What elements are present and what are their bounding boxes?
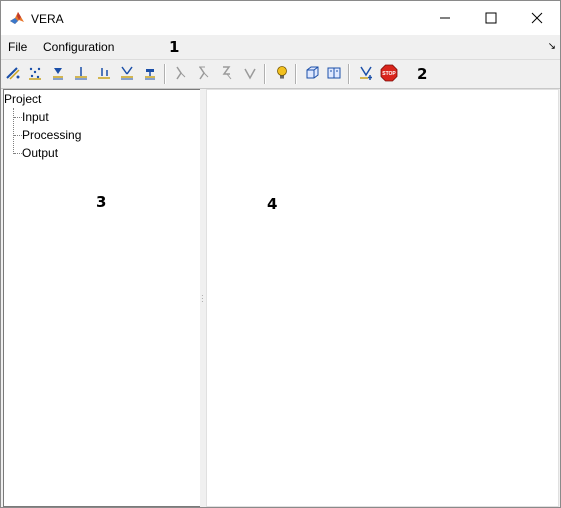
splitter-grip-icon: · · · <box>201 291 204 306</box>
tree-item-processing[interactable]: Processing <box>22 128 81 142</box>
scatter-points-button[interactable] <box>25 63 45 83</box>
baseline-marker-button[interactable] <box>71 63 91 83</box>
minimize-icon <box>440 17 450 19</box>
panel-view-button[interactable] <box>324 63 344 83</box>
menu-overflow-arrow[interactable]: ↘ <box>548 41 556 52</box>
tree-connector <box>14 153 22 154</box>
probe-2-button[interactable] <box>193 63 213 83</box>
toolbar: STOP <box>1 59 560 89</box>
panel-splitter[interactable]: · · · <box>200 89 205 507</box>
probe-3-icon <box>222 66 232 80</box>
lightbulb-button[interactable] <box>272 63 292 83</box>
stop-label: STOP <box>382 71 396 77</box>
scatter-points-icon <box>29 67 41 80</box>
baseline-marker-icon <box>75 67 87 80</box>
main-window: VERA File Configuration ↘ 1 STOP 2 Proje… <box>0 0 561 508</box>
tree-connector <box>14 117 22 118</box>
tool-marker-button[interactable] <box>140 63 160 83</box>
vertical-marker-icon <box>98 68 110 79</box>
maximize-button[interactable] <box>468 1 514 35</box>
tree-connector <box>14 135 22 136</box>
tool-marker-icon <box>145 69 155 80</box>
window-title: VERA <box>31 12 64 26</box>
title-bar: VERA <box>1 1 560 35</box>
stop-icon: STOP <box>380 64 398 82</box>
toolbar-separator <box>164 64 166 84</box>
project-tree-panel: Project Input Processing Output <box>3 89 201 507</box>
menu-file[interactable]: File <box>8 40 27 54</box>
vertical-marker-button[interactable] <box>94 63 114 83</box>
menu-bar: File Configuration ↘ <box>1 36 560 58</box>
lightbulb-icon <box>277 66 287 79</box>
run-button[interactable] <box>356 63 376 83</box>
probe-3-button[interactable] <box>217 63 237 83</box>
content-panel <box>206 89 559 507</box>
cluster-marker-icon <box>121 66 133 80</box>
tree-item-output[interactable]: Output <box>22 146 58 160</box>
3d-box-button[interactable] <box>302 63 322 83</box>
toolbar-separator <box>264 64 266 84</box>
toolbar-separator <box>295 64 297 84</box>
menu-configuration[interactable]: Configuration <box>43 40 114 54</box>
toolbar-separator <box>348 64 350 84</box>
marker-down-icon <box>53 68 63 80</box>
tree-item-input[interactable]: Input <box>22 110 49 124</box>
annotation-4: 4 <box>267 195 278 213</box>
3d-box-icon <box>306 66 319 79</box>
run-icon <box>360 66 372 80</box>
tree-connector <box>13 108 14 154</box>
close-button[interactable] <box>514 1 560 35</box>
cluster-marker-button[interactable] <box>117 63 137 83</box>
matlab-app-icon <box>9 10 25 26</box>
panel-view-icon <box>327 67 341 79</box>
probe-1-button[interactable] <box>170 63 190 83</box>
minimize-button[interactable] <box>422 1 468 35</box>
annotation-3: 3 <box>96 193 107 211</box>
close-icon <box>531 12 543 24</box>
probe-4-icon <box>244 68 256 80</box>
marker-down-button[interactable] <box>48 63 68 83</box>
probe-1-icon <box>176 66 186 80</box>
annotation-1: 1 <box>169 38 180 56</box>
tree-root-project[interactable]: Project <box>4 92 41 106</box>
probe-2-icon <box>199 66 209 80</box>
pencil-dot-button[interactable] <box>3 63 23 83</box>
maximize-icon <box>485 12 497 24</box>
stop-button[interactable]: STOP <box>379 63 399 83</box>
probe-4-button[interactable] <box>240 63 260 83</box>
annotation-2: 2 <box>417 65 428 83</box>
pencil-dot-icon <box>6 67 20 80</box>
